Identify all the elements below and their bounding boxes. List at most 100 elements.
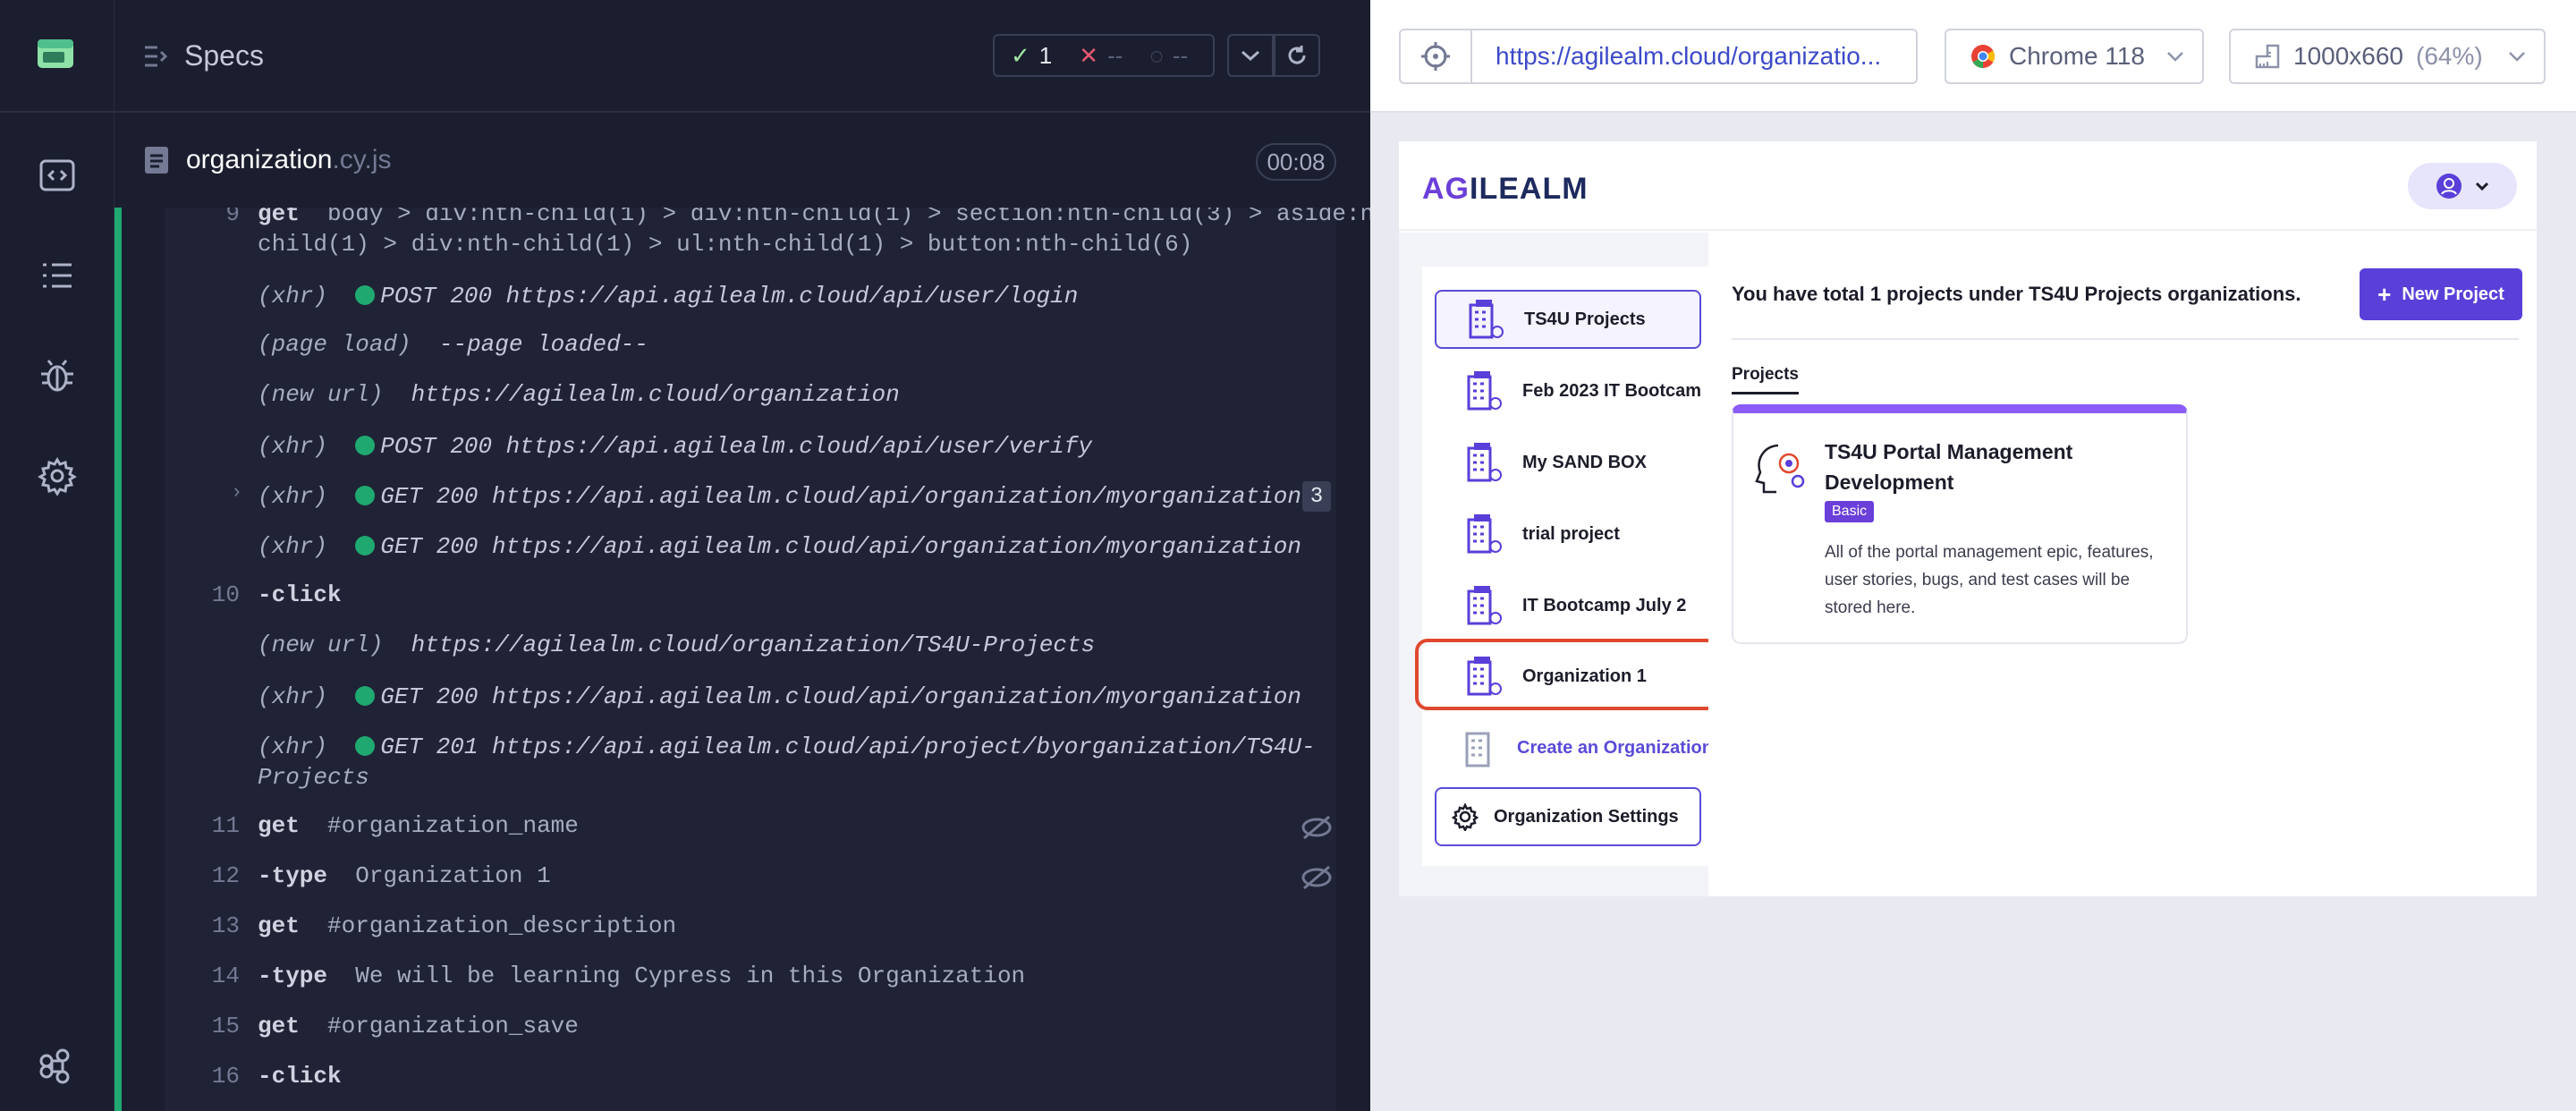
log-event-row[interactable]: (xhr) GET 200 https://api.agilealm.cloud… [258,683,1301,710]
url-bar[interactable]: https://agilealm.cloud/organizatio... [1470,29,1918,84]
cypress-logo-icon[interactable] [36,36,77,72]
event-text: POST 200 https://api.agilealm.cloud/api/… [380,433,1092,460]
event-text: https://agilealm.cloud/organization/TS4U… [411,632,1096,658]
log-event-row[interactable]: (xhr) GET 200 https://api.agilealm.cloud… [258,533,1301,560]
line-number: 10 [211,581,240,608]
status-dot-icon [355,486,376,505]
crosshair-icon [1421,42,1450,71]
viewport-scale: (64%) [2416,42,2483,70]
debug-bug-icon[interactable] [32,351,82,401]
collapse-button[interactable] [1227,34,1274,77]
user-menu[interactable] [2408,163,2517,209]
command-row[interactable]: get #organization_save [258,1013,579,1039]
org-name: IT Bootcamp July 2 [1522,595,1687,615]
org-item-trial-project[interactable]: trial project [1435,505,1701,564]
browser-view-icon[interactable] [32,150,82,200]
log-event-row[interactable]: (xhr) GET 200 https://api.agilealm.cloud… [258,483,1301,510]
command-name[interactable]: -click [258,581,342,608]
spec-runner-panel: Specs ✓ 1 ✕ -- ◌ -- organization.cy.js 00:0… [114,0,1370,1111]
building-icon [1467,371,1502,411]
event-text: GET 201 https://api.agilealm.cloud/api/p… [380,734,1316,760]
rerun-button[interactable] [1274,34,1320,77]
command-arg: Organization 1 [355,862,551,889]
org-name: TS4U Projects [1524,309,1646,329]
test-pass-indicator [114,208,122,1111]
line-number: 9 [225,208,240,227]
app-under-test: AGILEALM TS4U Projects Feb 2023 IT Bootc… [1399,141,2537,896]
event-type: (xhr) [258,433,328,460]
tab-projects[interactable]: Projects [1732,365,1799,394]
runner-header: Specs ✓ 1 ✕ -- ◌ -- [114,0,1370,113]
event-text: --page loaded-- [438,331,648,358]
browser-select[interactable]: Chrome 118 [1945,29,2204,84]
failed-count: -- [1107,41,1123,69]
spec-file-name: organization [186,145,333,174]
event-type: (xhr) [258,683,328,710]
chrome-icon [1971,45,1996,69]
command-row[interactable]: -type Organization 1 [258,862,551,889]
specs-list-icon[interactable] [32,250,82,301]
log-event-row[interactable]: (xhr) POST 200 https://api.agilealm.clou… [258,433,1092,460]
new-project-label: New Project [2402,284,2504,304]
log-event-row[interactable]: (xhr) POST 200 https://api.agilealm.clou… [258,283,1078,310]
event-text: GET 200 https://api.agilealm.cloud/api/o… [380,533,1302,560]
command-row[interactable]: get #organization_description [258,912,676,939]
selector-playground-button[interactable] [1399,29,1472,84]
pending-icon: ◌ [1149,41,1164,69]
browser-name: Chrome 118 [2009,42,2146,70]
org-settings-label: Organization Settings [1494,806,1679,827]
create-organization-button[interactable]: Create an Organization [1462,726,1713,769]
organization-sidebar [1422,267,1708,866]
left-rail [0,0,114,1111]
command-name[interactable]: -click [258,1063,342,1090]
user-avatar-icon [2436,174,2462,199]
org-item-my-sand-box[interactable]: My SAND BOX [1435,433,1701,492]
specs-toggle[interactable]: Specs [143,39,264,72]
command-name: -type [258,963,328,989]
command-row[interactable]: -type We will be learning Cypress in thi… [258,963,1025,989]
spec-duration: 00:08 [1256,143,1336,181]
element-highlight [1415,639,1719,710]
keyboard-shortcuts-icon[interactable] [32,1041,82,1091]
event-type: (xhr) [258,283,328,310]
spec-file-ext: .cy.js [332,145,392,174]
pending-count: -- [1172,41,1189,69]
org-item-it-bootcamp-july[interactable]: IT Bootcamp July 2 [1435,576,1701,635]
project-card[interactable]: TS4U Portal Management Development Basic… [1732,404,2188,644]
organization-settings-button[interactable]: Organization Settings [1435,787,1701,846]
chevron-down-icon [2509,52,2525,62]
org-item-feb-2023[interactable]: Feb 2023 IT Bootcamp [1435,361,1701,420]
command-row[interactable]: get body > div:nth-child(1) > div:nth-ch… [258,208,1370,227]
log-event-row[interactable]: (new url) https://agilealm.cloud/organiz… [258,381,900,408]
viewport-select[interactable]: 1000x660 (64%) [2229,29,2546,84]
log-event-row[interactable]: (page load) --page loaded-- [258,331,648,358]
command-arg: We will be learning Cypress in this Orga… [355,963,1026,989]
agilealm-logo[interactable]: AGILEALM [1422,172,1589,207]
org-item-ts4u-projects[interactable]: TS4U Projects [1435,290,1701,349]
event-type: (new url) [258,632,384,658]
line-number: 15 [211,1013,240,1039]
project-description: All of the portal management epic, featu… [1825,543,2154,617]
command-arg: #organization_name [327,812,579,839]
org-name: trial project [1522,523,1620,544]
status-dot-icon [355,285,376,305]
settings-gear-icon[interactable] [32,451,82,501]
x-icon: ✕ [1079,41,1099,69]
building-icon [1467,514,1502,554]
chevron-down-icon [2475,182,2489,191]
line-number: 12 [211,862,240,889]
log-event-row[interactable]: (xhr) GET 201 https://api.agilealm.cloud… [258,734,1316,760]
plan-badge: Basic [1825,501,1875,522]
eye-slash-icon[interactable] [1301,814,1333,841]
status-dot-icon [355,536,376,556]
spec-file-title: organization.cy.js [143,145,392,175]
eye-slash-icon[interactable] [1301,864,1333,891]
app-body: TS4U Projects Feb 2023 IT Bootcamp My SA… [1399,233,2537,896]
projects-main: You have total 1 projects under TS4U Pro… [1708,233,2537,896]
line-number: 13 [211,912,240,939]
command-row[interactable]: get #organization_name [258,812,579,839]
expand-chevron-icon[interactable]: › [231,481,242,504]
line-number: 14 [211,963,240,989]
log-event-row[interactable]: (new url) https://agilealm.cloud/organiz… [258,632,1095,658]
new-project-button[interactable]: + New Project [2360,268,2522,320]
